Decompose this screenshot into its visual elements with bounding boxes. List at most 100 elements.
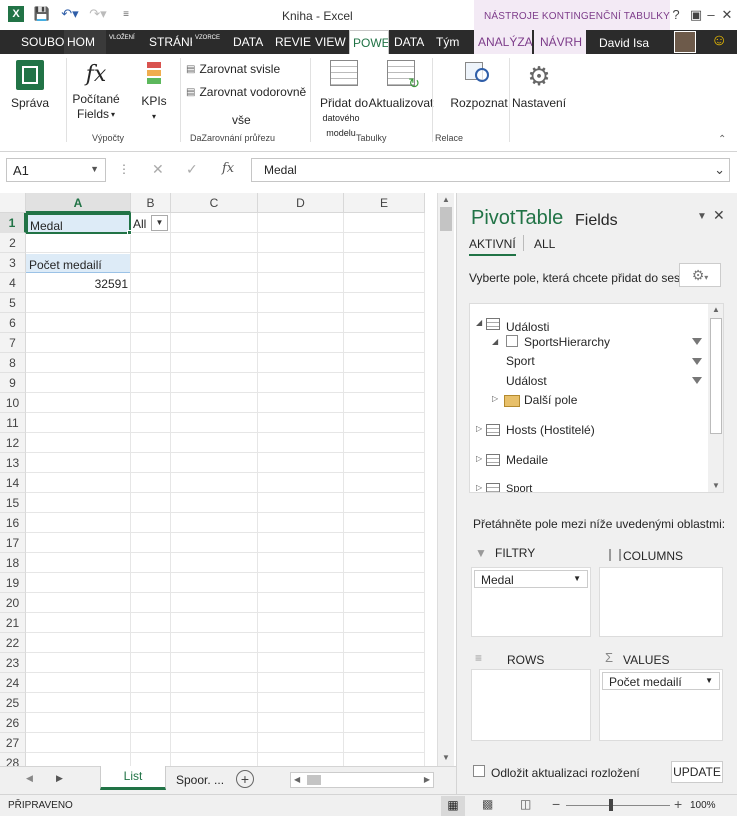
grid-cell[interactable] [171,593,258,613]
grid-cell[interactable] [131,653,171,673]
row-header[interactable]: 1 [0,213,26,233]
tab-all-fields[interactable]: ALL [534,237,555,251]
grid-cell[interactable] [131,293,171,313]
name-box[interactable]: A1 ▼ [6,158,106,182]
grid-cell[interactable] [26,333,131,353]
row-header[interactable]: 15 [0,493,26,513]
filter-dropdown-button[interactable]: ▼ [151,215,168,231]
save-icon[interactable]: 💾 [32,4,52,24]
grid-cell[interactable] [171,693,258,713]
grid-cell[interactable] [131,453,171,473]
grid-cell[interactable] [171,353,258,373]
select-all-corner[interactable] [0,193,26,213]
manage-button[interactable]: Správa [8,60,52,111]
add-sheet-icon[interactable]: + [236,770,254,788]
grid-cell[interactable] [344,393,425,413]
row-header[interactable]: 17 [0,533,26,553]
grid-cell[interactable] [344,273,425,293]
grid-cell[interactable] [26,453,131,473]
grid-cell[interactable] [344,233,425,253]
grid-cell[interactable] [26,553,131,573]
customize-qat-icon[interactable]: ≡ [116,4,136,24]
grid-cell[interactable] [26,713,131,733]
pane-options-icon[interactable]: ▼ [697,211,707,222]
row-header[interactable]: 10 [0,393,26,413]
row-header[interactable]: 5 [0,293,26,313]
grid-cell[interactable] [131,753,171,766]
grid-cell[interactable] [171,553,258,573]
grid-cell[interactable] [258,233,344,253]
row-header[interactable]: 20 [0,593,26,613]
grid-cell[interactable] [258,493,344,513]
scroll-up-icon[interactable]: ▲ [712,305,720,314]
hscroll-thumb[interactable] [307,775,321,785]
grid-cell[interactable] [131,673,171,693]
grid-cell[interactable] [26,433,131,453]
grid-cell[interactable] [171,413,258,433]
grid-cell[interactable] [26,613,131,633]
grid-cell[interactable] [344,613,425,633]
grid-cell[interactable] [344,533,425,553]
grid-cell[interactable] [344,513,425,533]
defer-update-checkbox[interactable] [473,765,485,777]
user-name[interactable]: David Isa [599,36,649,50]
grid-cell[interactable] [258,273,344,293]
grid-cell[interactable] [26,533,131,553]
grid-cell[interactable] [131,573,171,593]
grid-cell[interactable] [171,393,258,413]
grid-cell[interactable] [171,533,258,553]
field-table-sport[interactable]: Sport [506,483,532,492]
row-header[interactable]: 19 [0,573,26,593]
grid-cell[interactable] [258,573,344,593]
tab-active-fields[interactable]: AKTIVNÍ [469,237,516,256]
tab-data[interactable]: DATA [230,30,268,54]
grid-cell[interactable] [258,373,344,393]
grid-cell[interactable] [131,613,171,633]
field-sport[interactable]: Sport [506,354,535,368]
align-all-label[interactable]: vše [232,113,251,128]
column-header-c[interactable]: C [171,193,258,213]
grid-cell[interactable] [26,293,131,313]
grid-cell[interactable] [131,433,171,453]
column-header-d[interactable]: D [258,193,344,213]
grid-cell[interactable] [171,293,258,313]
grid-cell[interactable] [131,373,171,393]
grid-cell[interactable] [258,513,344,533]
row-header[interactable]: 16 [0,513,26,533]
grid-cell[interactable] [171,453,258,473]
grid-cell[interactable] [131,253,171,273]
fill-handle[interactable] [127,230,132,235]
grid-cell[interactable] [171,333,258,353]
grid-cell[interactable] [26,593,131,613]
grid-cell[interactable] [131,233,171,253]
row-header[interactable]: 8 [0,353,26,373]
row-header[interactable]: 3 [0,253,26,273]
grid-cell[interactable] [344,413,425,433]
tab-review[interactable]: REVIE [272,30,312,54]
redo-icon[interactable]: ↷▾ [88,4,108,24]
update-button[interactable]: UPDATE [671,761,723,783]
page-layout-view-icon[interactable]: ▩ [482,797,493,811]
horizontal-scrollbar[interactable]: ◀ ▶ [290,772,434,788]
grid-cell[interactable] [344,573,425,593]
field-list-scrollbar[interactable]: ▲ ▼ [708,304,723,492]
row-header[interactable]: 27 [0,733,26,753]
grid-cell[interactable] [258,733,344,753]
grid-cell[interactable] [26,353,131,373]
grid-cell[interactable] [344,553,425,573]
grid-cell[interactable] [258,213,344,233]
undo-icon[interactable]: ↶▾ [60,4,80,24]
row-header[interactable]: 9 [0,373,26,393]
grid-cell[interactable] [171,653,258,673]
grid-cell[interactable] [26,753,131,766]
tab-insert[interactable]: VLOŽENÍ [106,32,146,56]
zoom-in-icon[interactable]: + [674,796,682,812]
grid-cell[interactable] [171,493,258,513]
grid-cell[interactable] [26,573,131,593]
grid-cell[interactable] [258,313,344,333]
tab-file[interactable]: SOUBOR [18,30,64,54]
grid-cell[interactable] [131,473,171,493]
tab-view[interactable]: VIEW [312,30,348,54]
grid-cell[interactable] [344,713,425,733]
grid-cell[interactable] [26,413,131,433]
